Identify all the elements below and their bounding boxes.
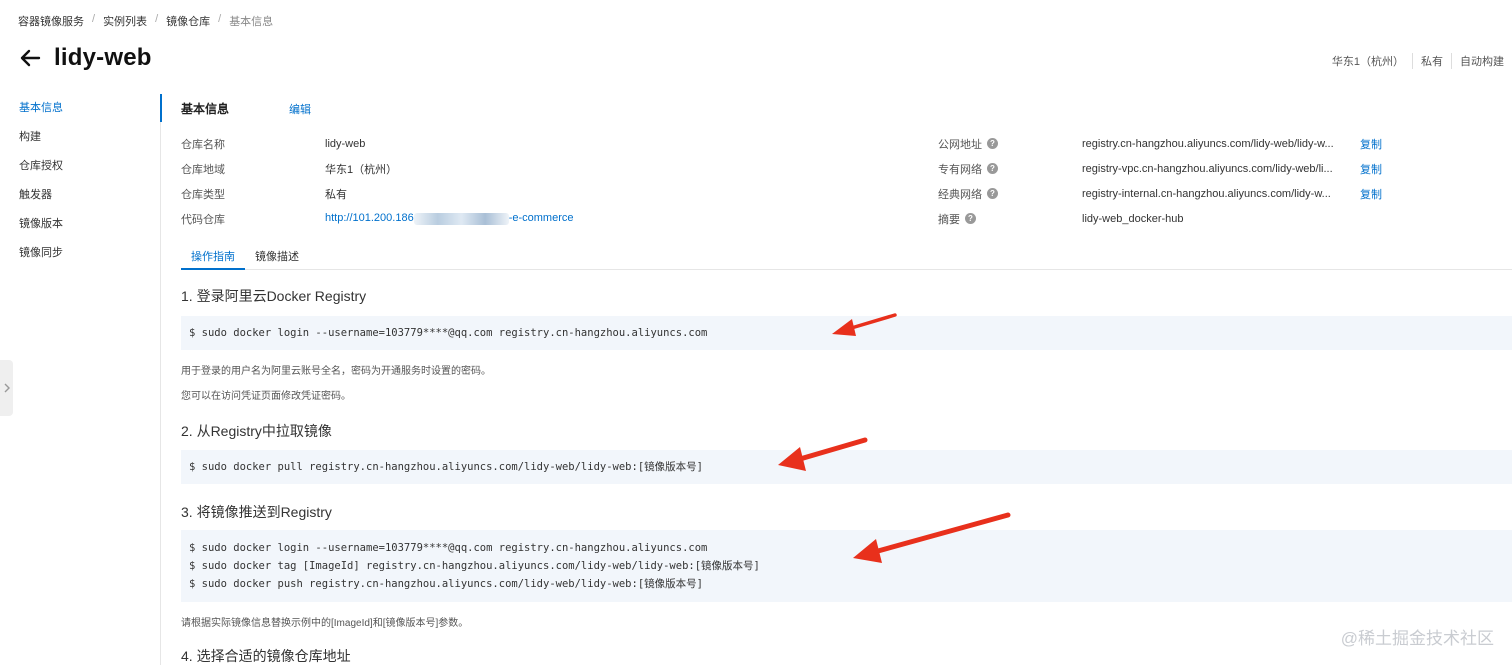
guide-tabs: 操作指南 镜像描述 <box>181 247 1512 270</box>
step-4-title: 4. 选择合适的镜像仓库地址 <box>181 648 351 664</box>
chevron-right-icon <box>4 383 10 393</box>
info-label-text: 摘要 <box>938 213 960 226</box>
copy-button[interactable]: 复制 <box>1360 186 1382 202</box>
copy-button[interactable]: 复制 <box>1360 136 1382 152</box>
info-right-column: 公网地址? registry.cn-hangzhou.aliyuncs.com/… <box>938 131 1382 231</box>
info-row-repo-type: 仓库类型 私有 <box>181 181 573 206</box>
code-line: $ sudo docker push registry.cn-hangzhou.… <box>189 578 703 590</box>
info-value: registry-vpc.cn-hangzhou.aliyuncs.com/li… <box>1082 162 1333 175</box>
code-block-push[interactable]: $ sudo docker login --username=103779***… <box>181 530 1512 602</box>
info-left-column: 仓库名称 lidy-web 仓库地域 华东1（杭州） 仓库类型 私有 代码仓库 … <box>181 131 573 231</box>
step-1-note: 用于登录的用户名为阿里云账号全名，密码为开通服务时设置的密码。 <box>181 366 491 377</box>
copy-button[interactable]: 复制 <box>1360 161 1382 177</box>
info-row-code-repo: 代码仓库 http://101.200.186 -e-commerce <box>181 206 573 231</box>
info-label: 代码仓库 <box>181 213 225 226</box>
info-label: 仓库类型 <box>181 188 225 201</box>
repo-build: 自动构建 <box>1451 53 1512 69</box>
info-label: 经典网络? <box>938 186 1082 202</box>
info-label-text: 公网地址 <box>938 138 982 151</box>
code-line: $ sudo docker login --username=103779***… <box>189 327 708 339</box>
breadcrumb-separator: / <box>155 13 159 25</box>
step-1-title: 1. 登录阿里云Docker Registry <box>181 288 367 304</box>
breadcrumb-current: 基本信息 <box>229 16 274 28</box>
watermark: @稀土掘金技术社区 <box>1340 629 1494 648</box>
code-line: $ sudo docker login --username=103779***… <box>189 542 708 554</box>
step-3-title: 3. 将镜像推送到Registry <box>181 504 332 520</box>
breadcrumb-item[interactable]: 镜像仓库 <box>166 13 210 29</box>
info-value: registry.cn-hangzhou.aliyuncs.com/lidy-w… <box>1082 137 1334 150</box>
code-repo-url-prefix: http://101.200.186 <box>325 212 414 225</box>
sidebar-divider <box>160 94 161 665</box>
basic-info-header: 基本信息 编辑 <box>181 100 311 117</box>
help-icon[interactable]: ? <box>987 188 998 199</box>
info-label: 专有网络? <box>938 161 1082 177</box>
info-row-repo-name: 仓库名称 lidy-web <box>181 131 573 156</box>
sidebar-item-triggers[interactable]: 触发器 <box>0 183 160 212</box>
page-title: lidy-web <box>54 44 152 71</box>
info-value: registry-internal.cn-hangzhou.aliyuncs.c… <box>1082 187 1331 200</box>
sidebar-expand-handle[interactable] <box>0 360 13 416</box>
info-row-classic-address: 经典网络? registry-internal.cn-hangzhou.aliy… <box>938 181 1382 206</box>
help-icon[interactable]: ? <box>965 213 976 224</box>
page-header: lidy-web <box>18 44 152 72</box>
info-row-vpc-address: 专有网络? registry-vpc.cn-hangzhou.aliyuncs.… <box>938 156 1382 181</box>
back-arrow-icon[interactable] <box>18 46 42 70</box>
code-repo-url-suffix: -e-commerce <box>508 212 574 225</box>
info-label: 仓库名称 <box>181 138 225 151</box>
info-label: 仓库地域 <box>181 163 225 176</box>
sidebar-active-indicator <box>160 94 162 122</box>
sidebar-item-repo-auth[interactable]: 仓库授权 <box>0 154 160 183</box>
step-3-note: 请根据实际镜像信息替换示例中的[ImageId]和[镜像版本号]参数。 <box>181 618 469 629</box>
info-label-text: 经典网络 <box>938 188 982 201</box>
tab-operation-guide[interactable]: 操作指南 <box>181 247 245 270</box>
breadcrumb-separator: / <box>92 13 96 25</box>
code-line: $ sudo docker tag [ImageId] registry.cn-… <box>189 560 760 572</box>
sidebar-item-basic-info[interactable]: 基本信息 <box>0 96 160 125</box>
tab-image-description[interactable]: 镜像描述 <box>245 247 309 268</box>
info-label: 摘要? <box>938 211 1082 227</box>
step-2-title: 2. 从Registry中拉取镜像 <box>181 423 332 439</box>
breadcrumb-item[interactable]: 容器镜像服务 <box>18 13 84 29</box>
repo-type: 私有 <box>1412 53 1451 69</box>
info-row-repo-region: 仓库地域 华东1（杭州） <box>181 156 573 181</box>
repo-region: 华东1（杭州） <box>1331 56 1404 68</box>
step-1-note: 您可以在访问凭证页面修改凭证密码。 <box>181 391 351 402</box>
breadcrumb-separator: / <box>218 13 222 25</box>
info-value: lidy-web <box>325 137 366 150</box>
code-block-login[interactable]: $ sudo docker login --username=103779***… <box>181 316 1512 350</box>
info-row-digest: 摘要? lidy-web_docker-hub <box>938 206 1382 231</box>
code-repo-link[interactable]: http://101.200.186 -e-commerce <box>325 212 574 225</box>
help-icon[interactable]: ? <box>987 138 998 149</box>
sidebar-item-image-versions[interactable]: 镜像版本 <box>0 212 160 241</box>
help-icon[interactable]: ? <box>987 163 998 174</box>
code-line: $ sudo docker pull registry.cn-hangzhou.… <box>189 461 703 473</box>
breadcrumb-item[interactable]: 实例列表 <box>103 13 147 29</box>
info-label: 公网地址? <box>938 136 1082 152</box>
code-block-pull[interactable]: $ sudo docker pull registry.cn-hangzhou.… <box>181 450 1512 484</box>
info-row-public-address: 公网地址? registry.cn-hangzhou.aliyuncs.com/… <box>938 131 1382 156</box>
sidebar: 基本信息 构建 仓库授权 触发器 镜像版本 镜像同步 <box>0 96 160 270</box>
edit-link[interactable]: 编辑 <box>289 101 311 117</box>
repo-meta: 华东1（杭州） 私有 自动构建 <box>1324 53 1512 69</box>
sidebar-item-image-sync[interactable]: 镜像同步 <box>0 241 160 270</box>
info-label-text: 专有网络 <box>938 163 982 176</box>
sidebar-item-build[interactable]: 构建 <box>0 125 160 154</box>
info-value: 华东1（杭州） <box>325 163 398 176</box>
breadcrumb: 容器镜像服务 / 实例列表 / 镜像仓库 / 基本信息 <box>18 13 273 29</box>
redacted-region <box>413 212 509 225</box>
info-value: 私有 <box>325 188 347 201</box>
info-value: lidy-web_docker-hub <box>1082 212 1184 225</box>
section-title: 基本信息 <box>181 102 230 116</box>
